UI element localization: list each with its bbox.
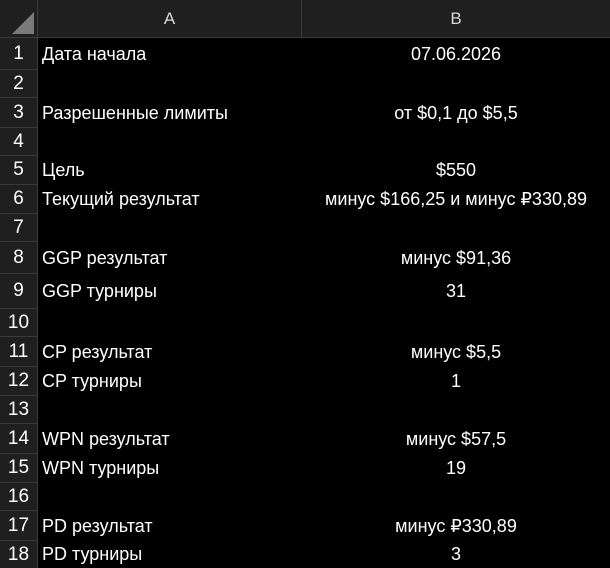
cell-a8[interactable]: GGP результат xyxy=(38,242,302,274)
column-header-a[interactable]: A xyxy=(38,0,302,38)
cell-a16[interactable] xyxy=(38,483,302,511)
cell-a12[interactable]: CP турниры xyxy=(38,367,302,396)
cell-a18[interactable]: PD турниры xyxy=(38,541,302,568)
cell-b12[interactable]: 1 xyxy=(302,367,610,396)
row-header-4[interactable]: 4 xyxy=(0,128,38,156)
cell-a17[interactable]: PD результат xyxy=(38,511,302,541)
row-header-10[interactable]: 10 xyxy=(0,309,38,337)
cell-a2[interactable] xyxy=(38,70,302,98)
cell-a15[interactable]: WPN турниры xyxy=(38,454,302,483)
row-header-2[interactable]: 2 xyxy=(0,70,38,98)
select-all-triangle-icon xyxy=(12,12,34,34)
cell-b11[interactable]: минус $5,5 xyxy=(302,337,610,367)
cell-a6[interactable]: Текущий результат xyxy=(38,185,302,214)
cell-a7[interactable] xyxy=(38,214,302,242)
row-header-14[interactable]: 14 xyxy=(0,424,38,454)
cell-b8[interactable]: минус $91,36 xyxy=(302,242,610,274)
cell-b9[interactable]: 31 xyxy=(302,274,610,309)
cell-a10[interactable] xyxy=(38,309,302,337)
cell-a5[interactable]: Цель xyxy=(38,156,302,185)
row-header-6[interactable]: 6 xyxy=(0,185,38,214)
row-header-17[interactable]: 17 xyxy=(0,511,38,541)
row-header-5[interactable]: 5 xyxy=(0,156,38,185)
row-header-1[interactable]: 1 xyxy=(0,38,38,70)
row-header-8[interactable]: 8 xyxy=(0,242,38,274)
cell-b2[interactable] xyxy=(302,70,610,98)
cell-b15[interactable]: 19 xyxy=(302,454,610,483)
cell-b18[interactable]: 3 xyxy=(302,541,610,568)
row-header-16[interactable]: 16 xyxy=(0,483,38,511)
cell-a11[interactable]: CP результат xyxy=(38,337,302,367)
cell-b10[interactable] xyxy=(302,309,610,337)
row-header-11[interactable]: 11 xyxy=(0,337,38,367)
cell-a13[interactable] xyxy=(38,396,302,424)
row-header-9[interactable]: 9 xyxy=(0,274,38,309)
row-header-18[interactable]: 18 xyxy=(0,541,38,568)
spreadsheet-grid: A B 1 Дата начала 07.06.2026 2 3 Разреше… xyxy=(0,0,610,568)
select-all-corner[interactable] xyxy=(0,0,38,38)
column-header-b[interactable]: B xyxy=(302,0,610,38)
cell-b13[interactable] xyxy=(302,396,610,424)
cell-b4[interactable] xyxy=(302,128,610,156)
cell-b6[interactable]: минус $166,25 и минус ₽330,89 xyxy=(302,185,610,214)
row-header-13[interactable]: 13 xyxy=(0,396,38,424)
cell-a1[interactable]: Дата начала xyxy=(38,38,302,70)
cell-b1[interactable]: 07.06.2026 xyxy=(302,38,610,70)
cell-b3[interactable]: от $0,1 до $5,5 xyxy=(302,98,610,128)
row-header-12[interactable]: 12 xyxy=(0,367,38,396)
row-header-15[interactable]: 15 xyxy=(0,454,38,483)
cell-a9[interactable]: GGP турниры xyxy=(38,274,302,309)
cell-b14[interactable]: минус $57,5 xyxy=(302,424,610,454)
cell-a4[interactable] xyxy=(38,128,302,156)
cell-b16[interactable] xyxy=(302,483,610,511)
row-header-3[interactable]: 3 xyxy=(0,98,38,128)
cell-b17[interactable]: минус ₽330,89 xyxy=(302,511,610,541)
cell-a3[interactable]: Разрешенные лимиты xyxy=(38,98,302,128)
cell-a14[interactable]: WPN результат xyxy=(38,424,302,454)
cell-b7[interactable] xyxy=(302,214,610,242)
cell-b5[interactable]: $550 xyxy=(302,156,610,185)
row-header-7[interactable]: 7 xyxy=(0,214,38,242)
